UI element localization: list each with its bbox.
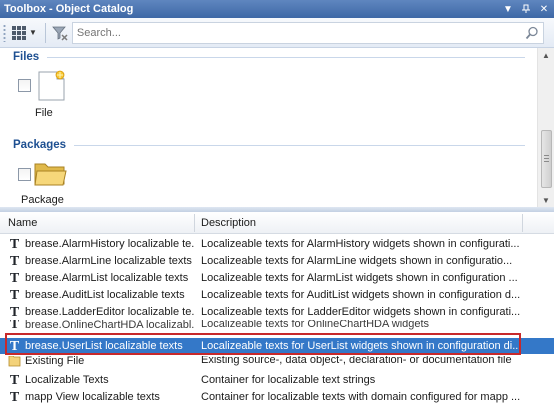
toolbar-grip[interactable] <box>3 23 6 42</box>
table-row[interactable]: Tmapp View localizable texts Container f… <box>0 389 554 405</box>
row-name: brease.AlarmHistory localizable te... <box>25 238 194 250</box>
package-checkbox[interactable] <box>18 168 31 181</box>
column-header-name[interactable]: Name <box>0 212 194 234</box>
close-icon[interactable]: ✕ <box>536 1 552 17</box>
text-icon: T <box>9 237 20 251</box>
scrollbar-thumb[interactable] <box>541 130 552 188</box>
row-description: Localizeable texts for AuditList widgets… <box>201 289 521 301</box>
scroll-up-icon[interactable]: ▲ <box>538 48 554 62</box>
window-title: Toolbox - Object Catalog <box>4 3 134 15</box>
scroll-down-icon[interactable]: ▼ <box>538 193 554 207</box>
tile-label-package: Package <box>21 194 64 206</box>
search-icon[interactable] <box>525 26 539 40</box>
dropdown-arrow-icon[interactable]: ▼ <box>500 1 516 17</box>
row-name: Localizable Texts <box>25 374 109 386</box>
view-options-button[interactable]: ▼ <box>12 25 37 40</box>
text-icon: T <box>9 254 20 268</box>
existing-file-icon <box>8 356 21 367</box>
new-file-icon[interactable] <box>37 70 67 102</box>
window-titlebar: Toolbox - Object Catalog ▼ ✕ <box>0 0 554 18</box>
row-description: Localizeable texts for LadderEditor widg… <box>201 306 521 318</box>
row-name: brease.AlarmList localizable texts <box>25 272 189 284</box>
row-description: Existing source-, data object-, declarat… <box>201 356 512 366</box>
folder-icon[interactable] <box>33 158 67 188</box>
table-row[interactable]: Tbrease.AlarmHistory localizable te... L… <box>0 236 554 252</box>
table-row[interactable]: T Localizable Texts Container for localiz… <box>0 372 554 388</box>
row-name: brease.LadderEditor localizable te... <box>25 306 194 318</box>
column-divider[interactable] <box>522 214 523 232</box>
table-row[interactable]: Existing File Existing source-, data obj… <box>0 356 554 369</box>
column-header-name-label: Name <box>8 217 38 229</box>
view-options-icon <box>12 25 26 40</box>
table-row[interactable]: Tbrease.AuditList localizable texts Loca… <box>0 287 554 303</box>
selection-highlight-box <box>5 333 521 355</box>
file-checkbox[interactable] <box>18 79 31 92</box>
search-input[interactable] <box>76 26 539 39</box>
text-icon: T <box>9 288 20 302</box>
toolbar: ▼ <box>0 18 554 48</box>
section-header-files: Files <box>13 51 525 63</box>
text-icon: T <box>9 271 20 285</box>
row-name: Existing File <box>25 356 85 367</box>
text-icon: T <box>9 390 20 404</box>
text-icon: T <box>9 320 20 331</box>
list-header: Name Description <box>0 212 554 234</box>
section-header-packages: Packages <box>13 139 525 151</box>
row-name: brease.AuditList localizable texts <box>25 289 185 301</box>
section-title-files: Files <box>13 51 40 63</box>
object-catalog: Files File Packages Package ▲ ▼ <box>0 48 554 207</box>
row-name: brease.AlarmLine localizable texts <box>25 255 192 267</box>
row-description: Container for localizable text strings <box>201 374 376 386</box>
section-title-packages: Packages <box>13 139 67 151</box>
tile-label-file: File <box>35 107 53 119</box>
row-name: brease.OnlineChartHDA localizabl... <box>25 320 194 331</box>
catalog-scrollbar[interactable]: ▲ ▼ <box>537 48 554 207</box>
toolbar-separator <box>44 22 46 43</box>
search-field[interactable] <box>71 21 544 44</box>
table-row[interactable]: Tbrease.AlarmLine localizable texts Loca… <box>0 253 554 269</box>
row-description: Localizeable texts for AlarmLine widgets… <box>201 255 513 267</box>
chevron-down-icon: ▼ <box>29 28 37 37</box>
section-divider <box>74 144 525 146</box>
text-icon: T <box>9 373 20 387</box>
object-list: Name Description Tbrease.AlarmHistory lo… <box>0 212 554 406</box>
text-icon: T <box>9 305 20 319</box>
table-row[interactable]: Tbrease.OnlineChartHDA localizabl... Loc… <box>0 320 554 333</box>
column-header-description[interactable]: Description <box>193 212 523 234</box>
table-row[interactable]: Tbrease.LadderEditor localizable te... L… <box>0 304 554 320</box>
pin-icon[interactable] <box>518 1 534 17</box>
column-header-description-label: Description <box>201 217 257 229</box>
row-description: Container for localizable texts with dom… <box>201 391 521 403</box>
section-divider <box>47 56 525 58</box>
filter-clear-icon[interactable] <box>52 25 68 41</box>
row-description: Localizeable texts for AlarmHistory widg… <box>201 238 520 250</box>
row-description: Localizeable texts for OnlineChartHDA wi… <box>201 320 430 330</box>
table-row[interactable]: Tbrease.AlarmList localizable texts Loca… <box>0 270 554 286</box>
row-description: Localizeable texts for AlarmList widgets… <box>201 272 518 284</box>
row-name: mapp View localizable texts <box>25 391 160 403</box>
